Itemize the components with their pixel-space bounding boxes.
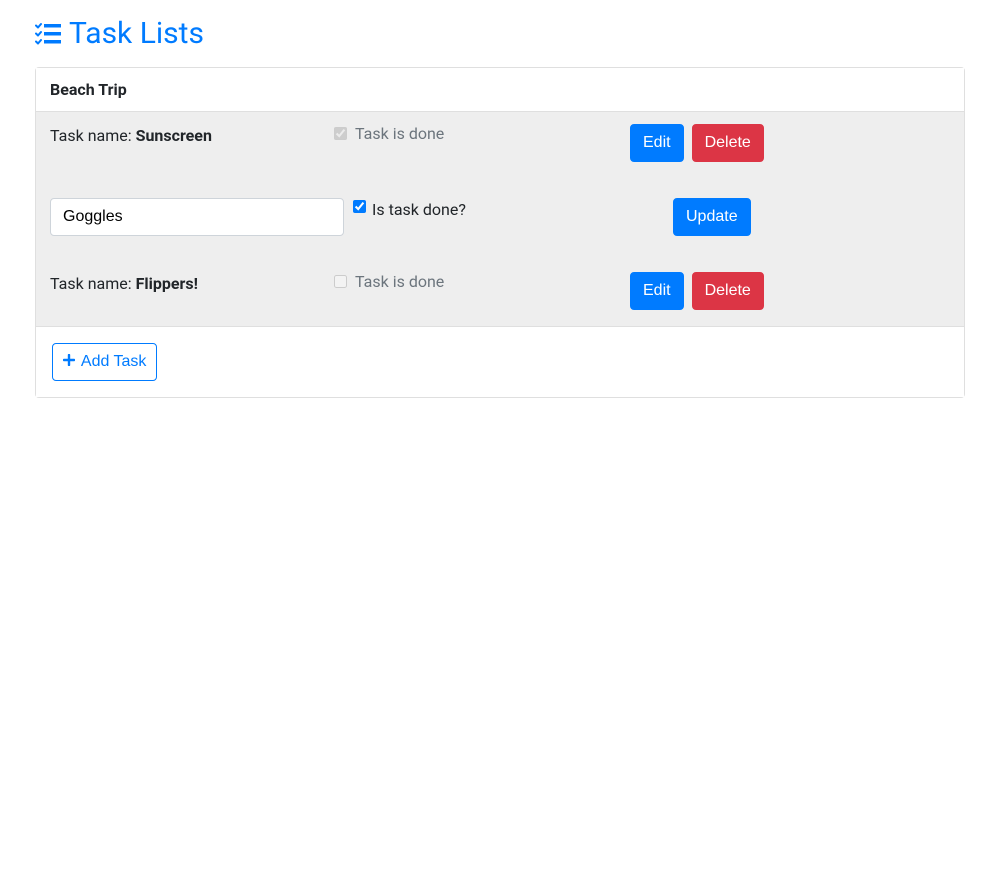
add-task-button[interactable]: Add Task [52,343,157,381]
task-name-prefix: Task name: [50,126,136,145]
edit-button[interactable]: Edit [630,124,684,162]
task-name: Flippers! [136,274,198,293]
page-title[interactable]: Task Lists [35,16,965,51]
task-done-checkbox[interactable] [353,200,366,213]
task-row: Task name: Flippers! Task is done Edit D… [50,272,950,310]
update-button[interactable]: Update [673,198,751,236]
page-title-text: Task Lists [69,16,204,51]
task-list-card: Beach Trip Task name: Sunscreen Task is … [35,67,965,398]
task-done-checkbox [334,127,347,140]
edit-button[interactable]: Edit [630,272,684,310]
plus-icon [63,353,79,369]
task-list-footer: Add Task [36,326,964,397]
tasks-icon [35,22,61,46]
task-row: Task name: Sunscreen Task is done Edit D… [50,124,950,162]
task-done-label: Task is done [355,124,444,143]
add-task-label: Add Task [81,353,147,370]
task-label: Task name: Sunscreen [50,126,212,145]
task-done-status: Task is done [334,272,444,291]
task-done-status: Task is done [334,124,444,143]
task-done-label: Is task done? [372,200,466,219]
task-list-body: Task name: Sunscreen Task is done Edit D… [36,112,964,326]
task-done-checkbox [334,275,347,288]
task-name-prefix: Task name: [50,274,136,293]
delete-button[interactable]: Delete [692,124,764,162]
task-done-label: Task is done [355,272,444,291]
task-label: Task name: Flippers! [50,274,198,293]
task-row: Is task done? Update [50,198,950,236]
delete-button[interactable]: Delete [692,272,764,310]
task-name-input[interactable] [50,198,344,236]
task-name: Sunscreen [136,126,212,145]
task-list-title: Beach Trip [36,68,964,112]
